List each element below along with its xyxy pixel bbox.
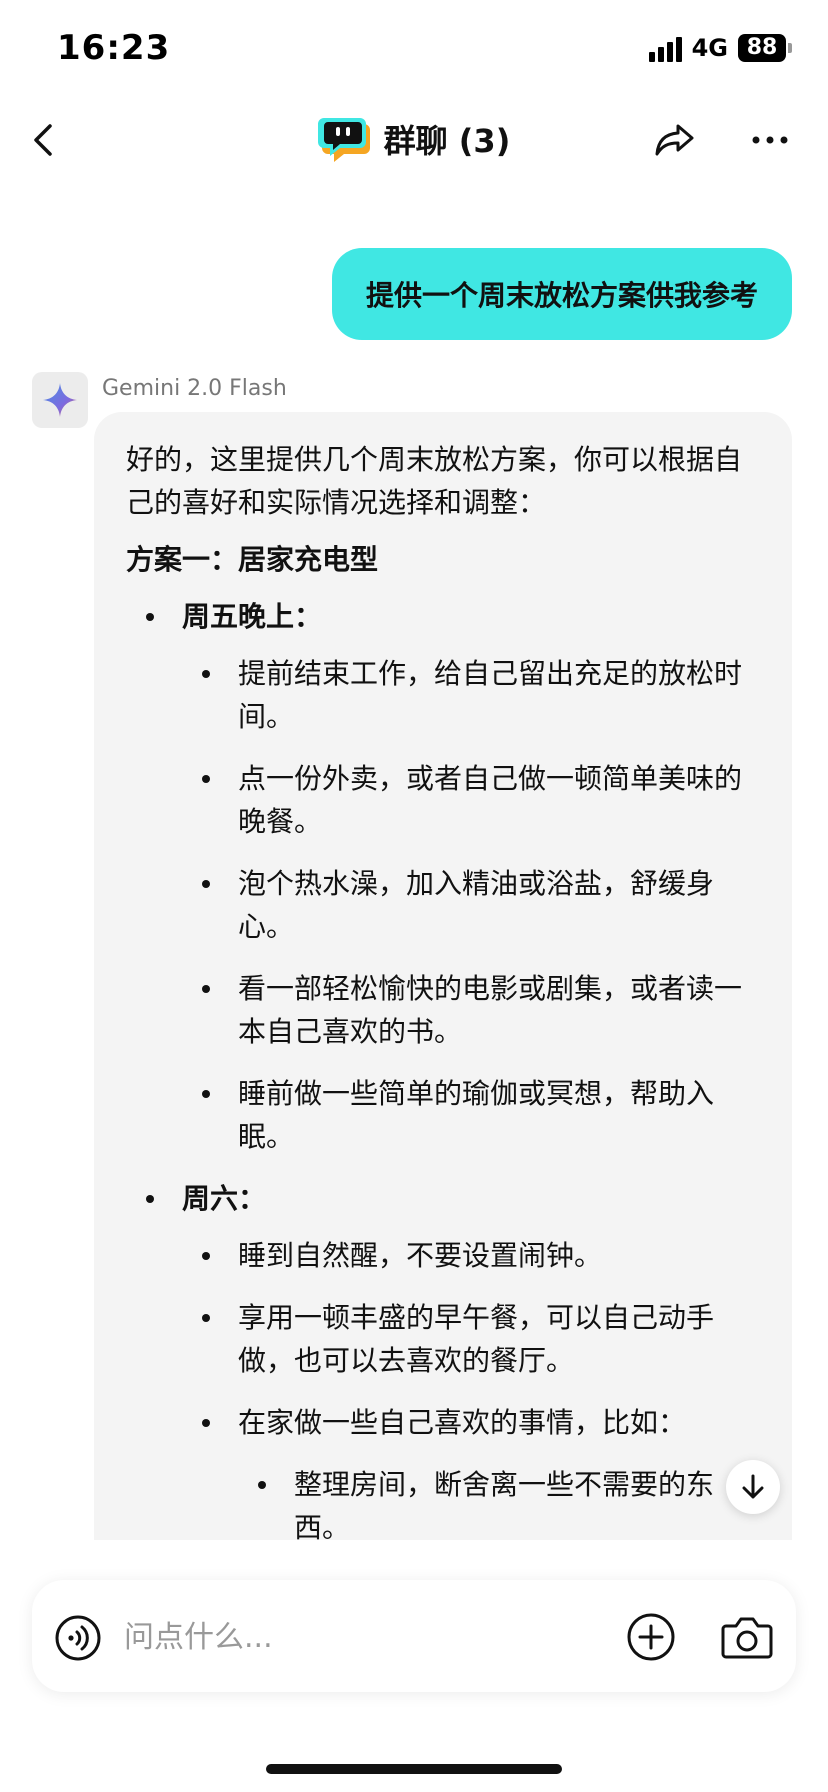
bot-name: Gemini 2.0 Flash (102, 376, 287, 401)
more-dots-icon[interactable] (748, 118, 792, 162)
sub-list-item: 整理房间，断舍离一些不需要的东西。 (238, 1463, 758, 1540)
status-time: 16:23 (57, 28, 171, 68)
list-item: 点一份外卖，或者自己做一顿简单美味的晚餐。 (182, 757, 758, 843)
nav-bar: 群聊 (3) (0, 100, 828, 180)
list-item: 享用一顿丰盛的早午餐，可以自己动手做，也可以去喜欢的餐厅。 (182, 1296, 758, 1382)
camera-icon[interactable] (720, 1612, 774, 1662)
bot-intro-text: 好的，这里提供几个周末放松方案，你可以根据自己的喜好和实际情况选择和调整： (126, 443, 743, 519)
plus-circle-icon[interactable] (626, 1612, 676, 1662)
bot-message-bubble[interactable]: 好的，这里提供几个周末放松方案，你可以根据自己的喜好和实际情况选择和调整： 方案… (94, 412, 792, 1540)
home-indicator[interactable] (266, 1764, 562, 1774)
section-label: 周六： (182, 1182, 267, 1215)
nav-title-group[interactable]: 群聊 (3) (0, 114, 828, 164)
status-bar: 16:23 4G 88 (0, 0, 828, 100)
section-friday: 周五晚上： 提前结束工作，给自己留出充足的放松时间。 点一份外卖，或者自己做一顿… (126, 595, 758, 1158)
scroll-down-button[interactable] (726, 1460, 780, 1514)
chat-bubble-logo-icon (317, 118, 370, 162)
battery-level: 88 (746, 35, 778, 60)
list-item-with-sublist: 在家做一些自己喜欢的事情，比如： 整理房间，断舍离一些不需要的东西。 (182, 1401, 758, 1540)
user-message-text: 提供一个周末放松方案供我参考 (365, 279, 758, 312)
message-input[interactable] (124, 1612, 544, 1662)
sub-items: 整理房间，断舍离一些不需要的东西。 (238, 1463, 758, 1540)
share-icon[interactable] (652, 118, 696, 162)
list-item: 提前结束工作，给自己留出充足的放松时间。 (182, 652, 758, 738)
section-items: 睡到自然醒，不要设置闹钟。 享用一顿丰盛的早午餐，可以自己动手做，也可以去喜欢的… (182, 1234, 758, 1540)
section-items: 提前结束工作，给自己留出充足的放松时间。 点一份外卖，或者自己做一顿简单美味的晚… (182, 652, 758, 1158)
list-item: 睡前做一些简单的瑜伽或冥想，帮助入眠。 (182, 1072, 758, 1158)
plan-title: 方案一：居家充电型 (126, 543, 379, 576)
list-item: 看一部轻松愉快的电影或剧集，或者读一本自己喜欢的书。 (182, 967, 758, 1053)
section-label: 周五晚上： (182, 600, 323, 633)
plan-sections: 周五晚上： 提前结束工作，给自己留出充足的放松时间。 点一份外卖，或者自己做一顿… (126, 595, 758, 1540)
voice-wave-icon[interactable] (54, 1614, 102, 1662)
page-title: 群聊 (3) (383, 122, 511, 160)
arrow-down-icon (742, 1474, 764, 1499)
status-indicators: 4G 88 (648, 34, 792, 62)
gemini-sparkle-icon (32, 372, 88, 428)
network-type: 4G (691, 34, 728, 62)
section-saturday: 周六： 睡到自然醒，不要设置闹钟。 享用一顿丰盛的早午餐，可以自己动手做，也可以… (126, 1177, 758, 1540)
battery-icon: 88 (738, 34, 792, 62)
user-message-bubble[interactable]: 提供一个周末放松方案供我参考 (331, 248, 792, 340)
list-item: 泡个热水澡，加入精油或浴盐，舒缓身心。 (182, 862, 758, 948)
list-item: 睡到自然醒，不要设置闹钟。 (182, 1234, 758, 1277)
list-item-text: 在家做一些自己喜欢的事情，比如： (238, 1406, 687, 1439)
input-bar (32, 1580, 796, 1692)
signal-icon (648, 34, 682, 62)
